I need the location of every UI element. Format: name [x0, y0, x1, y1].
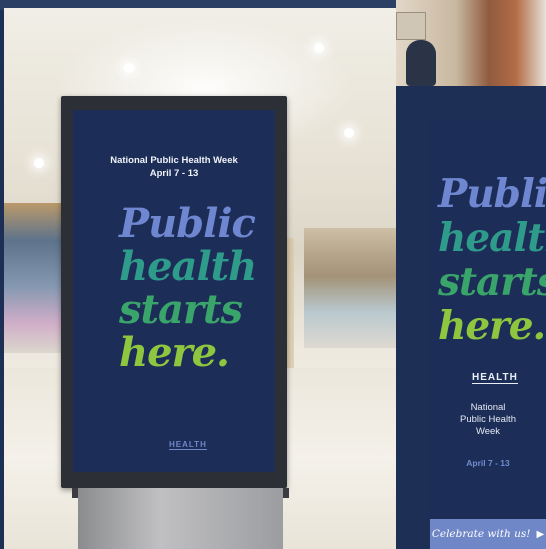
- banner-event-line: Public Health: [460, 414, 516, 425]
- nphw-logo: HEALTH: [472, 372, 518, 384]
- poster-event-dates: April 7 - 13: [149, 168, 199, 179]
- banner-dates: April 7 - 13: [466, 458, 510, 468]
- poster-slogan-word: here.: [119, 329, 230, 376]
- shopper-figure: [406, 40, 436, 86]
- mall-photo-top-right: [396, 0, 546, 86]
- store-shelf: [396, 12, 426, 40]
- storefront-right: [304, 228, 396, 348]
- celebrate-button-label: Celebrate with us!: [431, 528, 531, 540]
- poster-slogan-word: Public: [119, 200, 256, 247]
- banner-event-line: National: [470, 402, 506, 413]
- banner-slogan-word: health: [438, 215, 546, 261]
- poster-event-title: National Public Health Week April 7 - 13: [73, 154, 275, 180]
- ceiling-light: [344, 128, 354, 138]
- play-arrow-icon: ▶: [536, 528, 545, 540]
- banner-slogan: Public health starts here.: [438, 172, 546, 348]
- banner-event-name: National Public Health Week: [430, 402, 546, 438]
- digital-kiosk: National Public Health Week April 7 - 13…: [61, 96, 287, 488]
- nphw-logo: HEALTH: [169, 440, 207, 450]
- ceiling-light: [34, 158, 44, 168]
- poster-slogan-word: health: [119, 243, 257, 290]
- nphw-logo-text: HEALTH: [472, 372, 518, 384]
- kiosk-stand: [78, 488, 283, 549]
- ceiling-light: [124, 63, 134, 73]
- banner-event-line: Week: [475, 426, 501, 437]
- poster-slogan: Public health starts here.: [119, 200, 257, 376]
- web-banner: Public health starts here. HEALTH Nation…: [430, 120, 546, 549]
- banner-slogan-word: here.: [438, 303, 546, 349]
- nphw-logo-text: HEALTH: [169, 440, 207, 450]
- poster-event-name: National Public Health Week: [110, 155, 238, 166]
- kiosk-screen: National Public Health Week April 7 - 13…: [73, 110, 275, 472]
- ceiling-light: [314, 43, 324, 53]
- banner-slogan-word: starts: [438, 259, 546, 305]
- celebrate-button[interactable]: Celebrate with us! ▶: [430, 519, 546, 549]
- banner-slogan-word: Public: [438, 171, 546, 217]
- poster-slogan-word: starts: [119, 286, 243, 333]
- storefront-left: [4, 203, 64, 353]
